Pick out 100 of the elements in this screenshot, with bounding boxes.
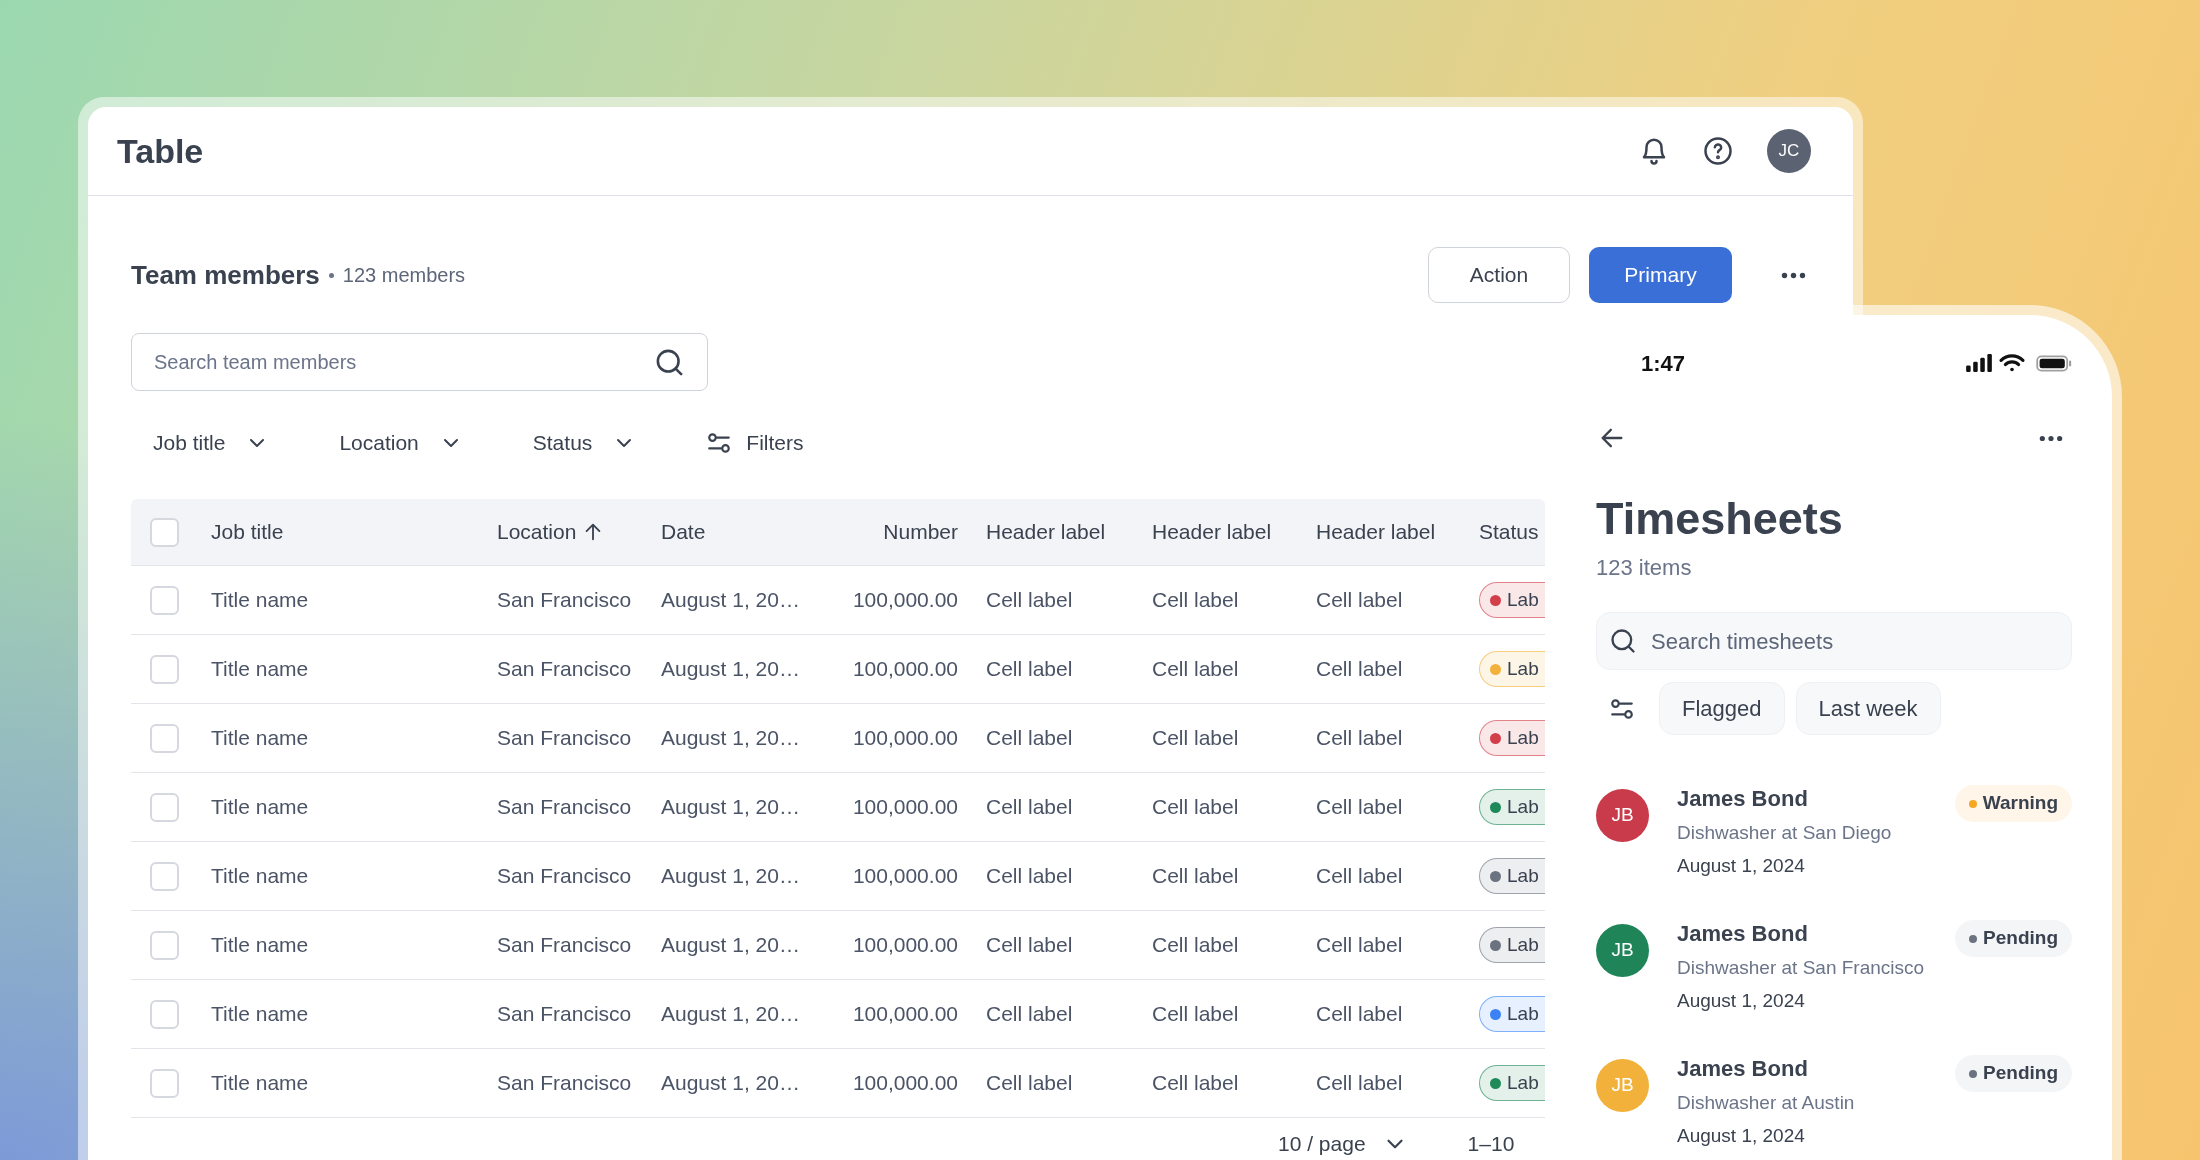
job-description: Dishwasher at San Francisco (1677, 956, 1925, 980)
search-field[interactable]: Search team members (131, 333, 708, 391)
row-checkbox[interactable] (150, 654, 179, 684)
row-checkbox[interactable] (150, 999, 179, 1029)
search-icon (1609, 627, 1637, 655)
battery-icon (2036, 354, 2072, 372)
table-cell-text: Cell label (1316, 587, 1403, 614)
member-count: 123 members (342, 263, 466, 288)
column-header[interactable]: Job title (211, 516, 284, 548)
row-checkbox[interactable] (150, 1068, 179, 1098)
table-cell-text: August 1, 20… (661, 725, 800, 752)
table-cell-text: Cell label (986, 587, 1073, 614)
job-description: Dishwasher at Austin (1677, 1091, 1855, 1115)
table-cell-text: Title name (211, 932, 309, 959)
status-badge: Lab (1479, 720, 1545, 756)
search-input[interactable]: Search timesheets (1651, 624, 2059, 658)
table-cell-text: San Francisco (497, 1001, 632, 1028)
status-time: 1:47 (1641, 349, 1686, 378)
wifi-icon (1999, 354, 2025, 372)
table-cell-text: August 1, 20… (661, 1070, 800, 1097)
filter-chip[interactable]: Flagged (1659, 682, 1785, 735)
table-cell-text: Title name (211, 587, 309, 614)
entry-date: August 1, 2024 (1677, 854, 1806, 878)
table-cell-text: Cell label (986, 725, 1073, 752)
table-cell-text: Title name (211, 656, 309, 683)
row-checkbox[interactable] (150, 585, 179, 615)
table-cell-text: August 1, 20… (661, 1001, 800, 1028)
table-cell-text: 100,000.00 (852, 656, 958, 683)
column-header[interactable]: Header label (1152, 516, 1272, 548)
status-badge: Pending (1955, 920, 2072, 957)
primary-button[interactable]: Primary (1589, 247, 1732, 303)
action-button[interactable]: Action (1428, 247, 1570, 303)
table-cell-text: Title name (211, 1070, 309, 1097)
table-cell-text: Title name (211, 794, 309, 821)
table-cell-text: Cell label (1316, 1070, 1403, 1097)
column-header[interactable]: Location (497, 516, 605, 548)
more-options-icon[interactable] (1780, 270, 1807, 280)
table-cell-text: 100,000.00 (852, 863, 958, 890)
row-checkbox[interactable] (150, 861, 179, 891)
table-cell-text: August 1, 20… (661, 863, 800, 890)
entry-date: August 1, 2024 (1677, 989, 1806, 1013)
table-cell-text: Cell label (1152, 863, 1239, 890)
page-size-dropdown[interactable]: 10 / page (1278, 1128, 1408, 1160)
person-name: James Bond (1677, 785, 1809, 813)
item-count: 123 items (1596, 554, 1693, 582)
column-header[interactable]: Header label (986, 516, 1106, 548)
column-header[interactable]: Date (661, 516, 706, 548)
table-cell-text: Cell label (986, 863, 1073, 890)
table-cell-text: Cell label (1152, 1001, 1239, 1028)
table-cell-text: 100,000.00 (852, 725, 958, 752)
status-badge: Lab (1479, 996, 1545, 1032)
page-title: Table (117, 130, 204, 172)
column-header[interactable]: Status (1479, 516, 1539, 548)
status-badge: Lab (1479, 1065, 1545, 1101)
row-checkbox[interactable] (150, 723, 179, 753)
person-name: James Bond (1677, 920, 1809, 948)
filter-dropdown[interactable]: Location (317, 423, 485, 463)
table-cell-text: August 1, 20… (661, 587, 800, 614)
filter-chip[interactable]: Last week (1795, 682, 1941, 735)
status-badge: Lab (1479, 651, 1545, 687)
table-cell-text: August 1, 20… (661, 794, 800, 821)
table-cell-text: San Francisco (497, 863, 632, 890)
filter-dropdown[interactable]: Job title (131, 423, 292, 463)
user-avatar[interactable]: JC (1767, 129, 1811, 173)
table-cell-text: Cell label (986, 1001, 1073, 1028)
section-title: Team members (131, 258, 320, 292)
person-name: James Bond (1677, 1055, 1809, 1083)
select-all-checkbox[interactable] (150, 517, 179, 547)
user-avatar: JB (1596, 924, 1649, 977)
table-cell-text: August 1, 20… (661, 932, 800, 959)
filters-button[interactable]: Filters (684, 423, 826, 463)
table-cell-text: Cell label (1152, 587, 1239, 614)
status-badge: Lab (1479, 582, 1545, 618)
status-badge: Warning (1954, 785, 2072, 822)
table-cell-text: Title name (211, 725, 309, 752)
table-cell-text: 100,000.00 (852, 1001, 958, 1028)
table-cell-text: Cell label (1152, 1070, 1239, 1097)
column-header[interactable]: Header label (1316, 516, 1436, 548)
table-cell-text: Cell label (1316, 1001, 1403, 1028)
filter-dropdown[interactable]: Status (510, 423, 659, 463)
column-header[interactable]: Number (883, 516, 958, 548)
table-cell-text: Cell label (1152, 725, 1239, 752)
table-cell-text: Title name (211, 863, 309, 890)
entry-date: August 1, 2024 (1677, 1124, 1806, 1148)
table-cell-text: Cell label (1152, 794, 1239, 821)
table-cell-text: Cell label (1152, 932, 1239, 959)
search-input[interactable]: Search team members (154, 347, 654, 377)
row-checkbox[interactable] (150, 930, 179, 960)
more-options-icon[interactable] (2038, 433, 2064, 443)
row-checkbox[interactable] (150, 792, 179, 822)
signal-icon (1966, 354, 1992, 372)
table-cell-text: 100,000.00 (852, 1070, 958, 1097)
job-description: Dishwasher at San Diego (1677, 821, 1892, 845)
table-cell-text: Title name (211, 1001, 309, 1028)
help-icon[interactable] (1703, 136, 1733, 166)
table-cell-text: 100,000.00 (852, 587, 958, 614)
screen-title: Timesheets (1596, 493, 1844, 545)
table-cell-text: San Francisco (497, 1070, 632, 1097)
status-badge: Lab (1479, 927, 1545, 963)
table-cell-text: San Francisco (497, 725, 632, 752)
